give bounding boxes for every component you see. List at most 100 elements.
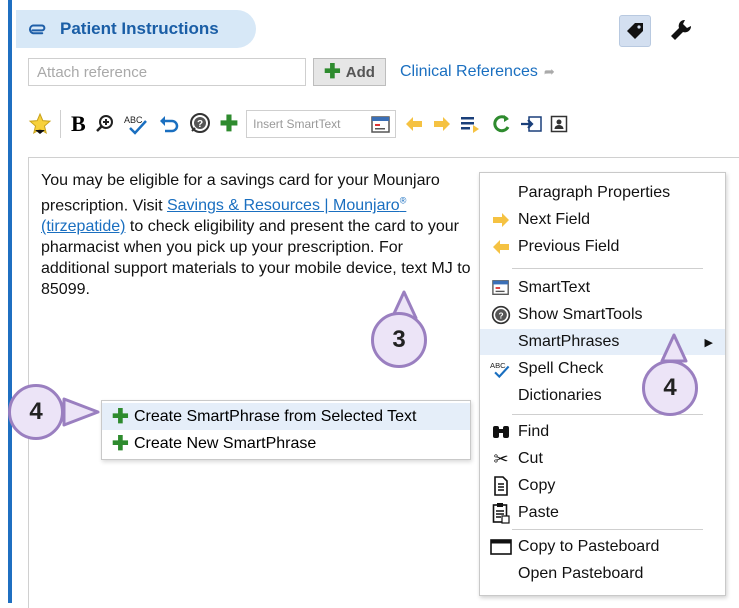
plus-icon: ✚ — [324, 61, 341, 83]
menu-item-show-smarttools[interactable]: ? Show SmartTools — [480, 302, 725, 328]
paperclip-icon — [24, 15, 52, 43]
left-accent-bar — [8, 0, 12, 603]
submenu-item-label: Create New SmartPhrase — [134, 434, 317, 452]
note-text[interactable]: You may be eligible for a savings card f… — [41, 170, 471, 300]
arrow-right-icon — [432, 115, 452, 133]
menu-item-label: Cut — [518, 450, 543, 467]
attach-reference-input[interactable] — [28, 58, 306, 86]
favorite-button[interactable] — [28, 110, 52, 138]
clinical-references-link[interactable]: Clinical References ➦ — [400, 63, 555, 81]
menu-item-find[interactable]: Find — [480, 419, 725, 445]
step-callout-4-submenu: 4 — [8, 384, 64, 440]
patient-photo-button[interactable] — [550, 110, 568, 138]
link-text-part-1: Savings & Resources | Mounjaro — [166, 197, 400, 215]
menu-item-open-pasteboard[interactable]: Open Pasteboard — [480, 561, 725, 587]
insert-field-button[interactable] — [520, 110, 542, 138]
section-header[interactable]: Patient Instructions — [16, 10, 256, 48]
menu-item-label: Copy to Pasteboard — [518, 538, 660, 555]
zoom-in-icon — [94, 113, 116, 135]
svg-text:?: ? — [499, 310, 504, 320]
next-field-button[interactable] — [432, 110, 452, 138]
refresh-icon — [490, 113, 512, 135]
menu-item-next-field[interactable]: Next Field — [480, 207, 725, 233]
add-smartphrase-button[interactable]: ✚ — [220, 110, 238, 138]
submenu-item-create-new[interactable]: ✚ Create New SmartPhrase — [102, 430, 470, 457]
step-callout-3: 3 — [371, 312, 427, 368]
bold-icon: B — [71, 111, 86, 136]
star-icon — [28, 112, 52, 136]
menu-item-previous-field[interactable]: Previous Field — [480, 234, 725, 260]
menu-item-paragraph-properties[interactable]: Paragraph Properties — [480, 180, 725, 206]
submenu-arrow-icon: ▶ — [704, 336, 713, 349]
svg-text:?: ? — [197, 119, 203, 130]
previous-field-button[interactable] — [404, 110, 424, 138]
plus-icon: ✚ — [219, 111, 239, 136]
submenu-item-create-from-selected[interactable]: ✚ Create SmartPhrase from Selected Text — [102, 403, 470, 430]
menu-item-copy[interactable]: Copy — [480, 473, 725, 499]
paste-icon — [490, 503, 512, 524]
refresh-button[interactable] — [490, 110, 512, 138]
toolbar-divider — [60, 110, 61, 138]
step-number: 4 — [663, 374, 677, 401]
undo-icon — [158, 113, 180, 135]
list-field-button[interactable] — [460, 110, 482, 138]
question-circle-icon: ? — [490, 305, 512, 325]
menu-item-label: Paste — [518, 504, 559, 521]
question-circle-icon: ? — [188, 112, 212, 136]
menu-divider — [512, 268, 703, 269]
spellcheck-icon: ABC — [490, 359, 512, 379]
menu-item-label: Show SmartTools — [518, 306, 643, 323]
arrow-right-icon — [490, 210, 512, 230]
menu-item-label: Spell Check — [518, 360, 604, 377]
bold-button[interactable]: B — [71, 110, 86, 138]
smarttext-icon[interactable] — [371, 115, 391, 135]
menu-item-label: SmartPhrases — [518, 333, 620, 350]
insert-smarttext-field[interactable]: Insert SmartText — [246, 110, 397, 138]
menu-item-label: Open Pasteboard — [518, 565, 644, 582]
menu-item-cut[interactable]: ✂ Cut — [480, 446, 725, 472]
zoom-button[interactable] — [94, 110, 116, 138]
svg-text:ABC: ABC — [124, 115, 143, 125]
link-sup: ® — [399, 196, 407, 206]
menu-item-label: Dictionaries — [518, 387, 602, 404]
person-card-icon — [550, 115, 568, 133]
menu-item-label: Previous Field — [518, 238, 620, 255]
plus-icon: ✚ — [112, 433, 129, 455]
insert-smarttext-placeholder: Insert SmartText — [253, 117, 341, 131]
svg-text:ABC: ABC — [490, 361, 506, 370]
window-icon — [490, 537, 512, 557]
import-icon — [520, 114, 542, 134]
wrench-icon — [669, 18, 693, 42]
submenu-item-label: Create SmartPhrase from Selected Text — [134, 407, 417, 425]
menu-item-label: Find — [518, 423, 550, 440]
step-callout-4-menu: 4 — [642, 360, 698, 416]
add-reference-button[interactable]: ✚ Add — [313, 58, 386, 86]
settings-button[interactable] — [666, 15, 696, 45]
list-arrow-icon — [460, 114, 482, 134]
step-number: 4 — [29, 398, 43, 425]
menu-item-paste[interactable]: Paste — [480, 500, 725, 526]
binoculars-icon — [490, 422, 512, 442]
add-button-label: Add — [345, 63, 375, 81]
tag-icon — [625, 21, 645, 41]
spellcheck-icon: ABC — [124, 113, 150, 135]
copy-icon — [490, 476, 512, 496]
undo-button[interactable] — [158, 110, 180, 138]
menu-item-label: SmartText — [518, 279, 591, 296]
section-title: Patient Instructions — [60, 19, 219, 38]
arrow-left-icon — [490, 237, 512, 257]
clinical-references-label: Clinical References — [400, 63, 538, 80]
step-number: 3 — [392, 326, 406, 353]
smartphrases-submenu: ✚ Create SmartPhrase from Selected Text … — [101, 400, 471, 460]
menu-item-copy-to-pasteboard[interactable]: Copy to Pasteboard — [480, 534, 725, 560]
smarttools-button[interactable]: ? — [188, 110, 212, 138]
tag-button[interactable] — [619, 15, 651, 47]
plus-icon: ✚ — [112, 406, 129, 428]
arrow-left-icon — [404, 115, 424, 133]
smarttext-icon — [490, 278, 512, 298]
menu-item-label: Paragraph Properties — [518, 184, 671, 201]
menu-item-smarttext[interactable]: SmartText — [480, 275, 725, 301]
link-text-part-2: (tirzepatide) — [41, 218, 126, 236]
scissors-icon: ✂ — [493, 448, 509, 469]
spellcheck-button[interactable]: ABC — [124, 110, 150, 138]
